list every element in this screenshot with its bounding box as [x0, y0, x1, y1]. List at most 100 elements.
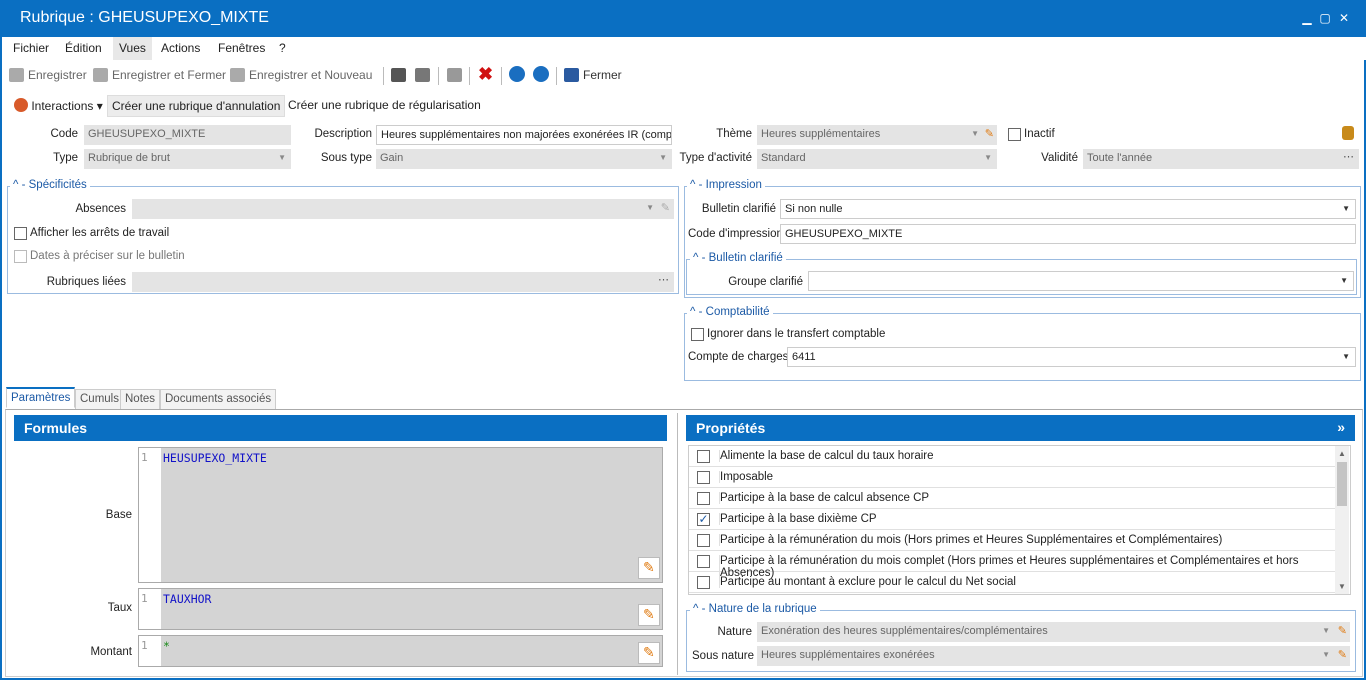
print-code-input[interactable]: GHEUSUPEXO_MIXTE [780, 224, 1356, 244]
edit-formula-button[interactable]: ✎ [638, 557, 660, 579]
property-row[interactable]: Participe au montant à exclure pour le c… [689, 572, 1337, 593]
inactive-checkbox[interactable] [1008, 128, 1021, 141]
save-button[interactable]: Enregistrer [9, 68, 87, 82]
save-new-button[interactable]: Enregistrer et Nouveau [230, 68, 372, 82]
scroll-up-icon[interactable]: ▲ [1338, 449, 1346, 458]
next-button[interactable] [533, 66, 549, 82]
subtype-label: Sous type [320, 152, 372, 164]
show-work-stops-label: Afficher les arrêts de travail [30, 227, 170, 239]
show-work-stops-checkbox[interactable] [14, 227, 27, 240]
more-icon[interactable]: ⋯ [658, 273, 669, 286]
edit-formula-button[interactable]: ✎ [638, 642, 660, 664]
property-checkbox[interactable] [697, 450, 710, 463]
subtype-select[interactable]: Gain ▼ [376, 149, 672, 169]
close-form-button[interactable]: Fermer [564, 68, 622, 82]
clarified-select[interactable]: Si non nulle ▼ [780, 199, 1356, 219]
pencil-icon: ✎ [643, 606, 655, 622]
copy-button[interactable] [447, 68, 462, 82]
edit-formula-button[interactable]: ✎ [638, 604, 660, 626]
menu-fichier[interactable]: Fichier [13, 41, 49, 55]
bulletin-title[interactable]: ^ - Bulletin clarifié [690, 252, 786, 264]
group-select[interactable]: ▼ [808, 271, 1354, 291]
property-row[interactable]: Alimente la base de calcul du taux horai… [689, 446, 1337, 467]
absences-select[interactable]: ▼ ✎ [132, 199, 674, 219]
maximize-icon[interactable]: ▢ [1316, 11, 1334, 25]
expand-icon[interactable]: » [1337, 419, 1345, 435]
line-number: 1 [139, 636, 161, 666]
delete-button[interactable]: ✖ [478, 64, 493, 85]
edit-icon[interactable]: ✎ [661, 201, 670, 214]
collapse-icon: ^ [693, 252, 699, 264]
validity-field[interactable]: Toute l'année ⋯ [1083, 149, 1359, 169]
menu-vues[interactable]: Vues [113, 37, 152, 60]
edit-icon[interactable]: ✎ [985, 127, 994, 140]
property-row[interactable]: Participe à la rémunération du mois (Hor… [689, 530, 1337, 551]
property-row[interactable]: Imposable [689, 467, 1337, 488]
arrow-right-icon [533, 66, 549, 82]
theme-select[interactable]: Heures supplémentaires ▼ ✎ [757, 125, 997, 145]
dates-checkbox[interactable] [14, 250, 27, 263]
activity-value: Standard [761, 152, 806, 164]
arrow-left-icon [509, 66, 525, 82]
menu-fenetres[interactable]: Fenêtres [218, 41, 265, 55]
property-checkbox[interactable]: ✓ [697, 513, 710, 526]
nature-title[interactable]: ^ - Nature de la rubrique [690, 603, 820, 615]
bulletin-title-text: Bulletin clarifié [708, 252, 783, 264]
property-checkbox[interactable] [697, 534, 710, 547]
create-regularization-button[interactable]: Créer une rubrique de régularisation [284, 95, 485, 117]
more-icon[interactable]: ⋯ [1343, 150, 1354, 163]
save-close-button[interactable]: Enregistrer et Fermer [93, 68, 226, 82]
specificites-title-text: Spécificités [28, 179, 87, 191]
linked-label: Rubriques liées [46, 276, 126, 288]
splitter[interactable] [677, 413, 678, 675]
property-checkbox[interactable] [697, 555, 710, 568]
property-row[interactable]: Participe à la rémunération du mois comp… [689, 551, 1337, 579]
scrollbar[interactable]: ▲ ▼ [1335, 446, 1349, 594]
compta-title[interactable]: ^ - Comptabilité [687, 306, 773, 318]
property-row[interactable]: Participe à la base de calcul absence CP [689, 488, 1337, 509]
minimize-icon[interactable]: ▁ [1298, 11, 1316, 25]
linked-field[interactable]: ⋯ [132, 272, 674, 292]
menu-actions[interactable]: Actions [161, 41, 200, 55]
amount-editor[interactable]: 1 * ✎ [138, 635, 663, 667]
menu-help[interactable]: ? [279, 41, 286, 55]
property-checkbox[interactable] [697, 492, 710, 505]
copy-icon [447, 68, 462, 82]
edit-icon[interactable]: ✎ [1338, 648, 1347, 661]
tab-notes[interactable]: Notes [120, 389, 161, 410]
nature-select[interactable]: Exonération des heures supplémentaires/c… [757, 622, 1350, 642]
type-select[interactable]: Rubrique de brut ▼ [84, 149, 291, 169]
window-title: Rubrique : GHEUSUPEXO_MIXTE [20, 9, 269, 26]
tab-cumuls[interactable]: Cumuls [75, 389, 124, 410]
property-checkbox[interactable] [697, 576, 710, 589]
title-bar: Rubrique : GHEUSUPEXO_MIXTE ▁ ▢ ✕ [2, 1, 1366, 37]
scrollbar-thumb[interactable] [1337, 462, 1347, 506]
preview-button[interactable] [415, 68, 430, 82]
scroll-down-icon[interactable]: ▼ [1338, 582, 1346, 591]
print-button[interactable] [391, 68, 406, 82]
edit-icon[interactable]: ✎ [1338, 624, 1347, 637]
create-cancellation-button[interactable]: Créer une rubrique d'annulation [107, 95, 286, 117]
tab-parametres[interactable]: Paramètres [6, 387, 76, 408]
code-field: GHEUSUPEXO_MIXTE [84, 125, 291, 145]
close-icon[interactable]: ✕ [1335, 11, 1353, 25]
activity-select[interactable]: Standard ▼ [757, 149, 997, 169]
specificites-title[interactable]: ^ - Spécificités [10, 179, 90, 191]
interactions-icon [14, 98, 28, 112]
property-row[interactable]: ✓ Participe à la base dixième CP [689, 509, 1337, 530]
previous-button[interactable] [509, 66, 525, 82]
impression-title[interactable]: ^ - Impression [687, 179, 765, 191]
save-close-icon [93, 68, 108, 82]
interactions-button[interactable]: Interactions ▾ [10, 95, 107, 117]
subnature-select[interactable]: Heures supplémentaires exonérées ▼ ✎ [757, 646, 1350, 666]
description-input[interactable]: Heures supplémentaires non majorées exon… [376, 125, 672, 145]
rate-editor[interactable]: 1 TAUXHOR ✎ [138, 588, 663, 630]
base-editor[interactable]: 1 HEUSUPEXO_MIXTE ✎ [138, 447, 663, 583]
menu-edition[interactable]: Édition [65, 41, 102, 55]
properties-title: Propriétés [696, 420, 766, 436]
account-select[interactable]: 6411 ▼ [787, 347, 1356, 367]
tab-documents[interactable]: Documents associés [160, 389, 277, 410]
subtype-value: Gain [380, 152, 404, 164]
property-checkbox[interactable] [697, 471, 710, 484]
ignore-transfer-checkbox[interactable] [691, 328, 704, 341]
